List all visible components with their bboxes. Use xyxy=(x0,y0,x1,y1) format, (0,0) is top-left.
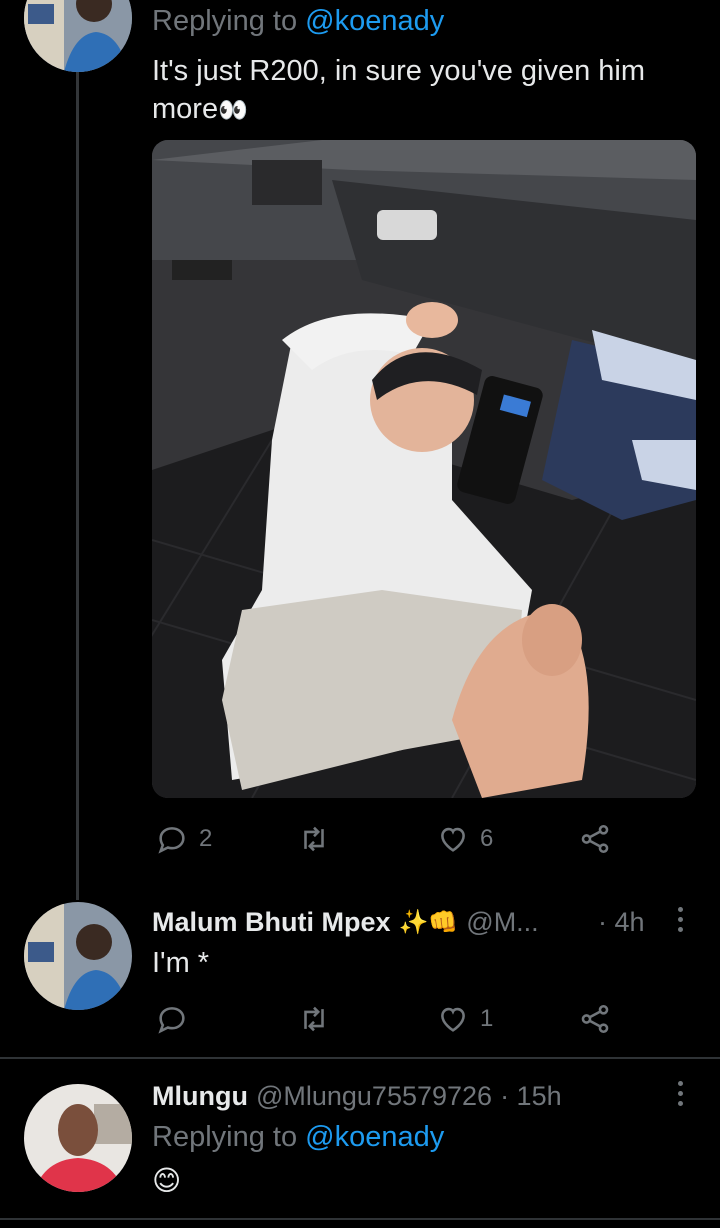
user-handle[interactable]: @M... xyxy=(466,907,538,938)
retweet-button[interactable] xyxy=(296,1002,342,1036)
tweet-header: Malum Bhuti Mpex ✨👊 @M... xyxy=(152,904,539,940)
display-name[interactable]: Malum Bhuti Mpex xyxy=(152,907,391,938)
share-button[interactable] xyxy=(578,1002,612,1036)
like-count: 1 xyxy=(480,1005,494,1032)
replying-handle-link[interactable]: @koenady xyxy=(305,5,444,37)
retweet-button[interactable] xyxy=(296,822,342,856)
more-icon[interactable] xyxy=(678,907,683,932)
like-button[interactable]: 1 xyxy=(436,1002,493,1036)
reply-icon xyxy=(158,1007,185,1034)
like-button[interactable]: 6 xyxy=(436,822,493,856)
retweet-icon xyxy=(304,1006,324,1032)
avatar[interactable] xyxy=(24,1084,132,1192)
replying-handle-link[interactable]: @koenady xyxy=(305,1121,444,1153)
replying-to: Replying to @koenady xyxy=(152,1118,444,1156)
retweet-icon xyxy=(304,826,324,852)
reply-icon xyxy=(158,827,185,854)
tweet-media-photo[interactable] xyxy=(152,140,696,798)
like-count: 6 xyxy=(480,825,494,852)
tweet-text-word: more xyxy=(152,93,219,125)
user-handle[interactable]: @Mlungu75579726 xyxy=(256,1081,492,1112)
share-button[interactable] xyxy=(578,822,612,856)
eyes-emoji: 👀 xyxy=(218,97,248,124)
tweet-divider xyxy=(0,1057,720,1059)
like-icon xyxy=(441,1007,465,1032)
tweet-header: Mlungu @Mlungu75579726 · 15h xyxy=(152,1078,562,1114)
like-icon xyxy=(441,827,465,852)
share-icon xyxy=(581,1004,609,1034)
share-icon xyxy=(581,824,609,854)
reply-button[interactable]: 2 xyxy=(155,822,212,856)
display-name[interactable]: Mlungu xyxy=(152,1081,248,1112)
tweet-text-line2: more👀 xyxy=(152,90,692,130)
replying-to: Replying to @koenady xyxy=(152,2,444,42)
tweet-text-line1: It's just R200, in sure you've given him xyxy=(152,55,646,87)
tweet-text: It's just R200, in sure you've given him… xyxy=(152,52,692,130)
more-icon[interactable] xyxy=(678,1081,683,1106)
replying-prefix: Replying to xyxy=(152,5,298,37)
avatar[interactable] xyxy=(24,0,132,72)
avatar[interactable] xyxy=(24,902,132,1010)
tweet-divider xyxy=(0,1218,720,1220)
reply-button[interactable] xyxy=(155,1002,199,1036)
replying-prefix: Replying to xyxy=(152,1121,298,1153)
thread-connector-line xyxy=(76,60,79,900)
smile-emoji: 😊 xyxy=(152,1165,182,1196)
tweet-text: I'm * xyxy=(152,947,210,979)
timestamp[interactable]: · 15h xyxy=(500,1081,562,1112)
reply-count: 2 xyxy=(199,825,213,852)
timestamp[interactable]: · 4h xyxy=(598,904,645,940)
name-emojis: ✨👊 xyxy=(398,908,459,936)
